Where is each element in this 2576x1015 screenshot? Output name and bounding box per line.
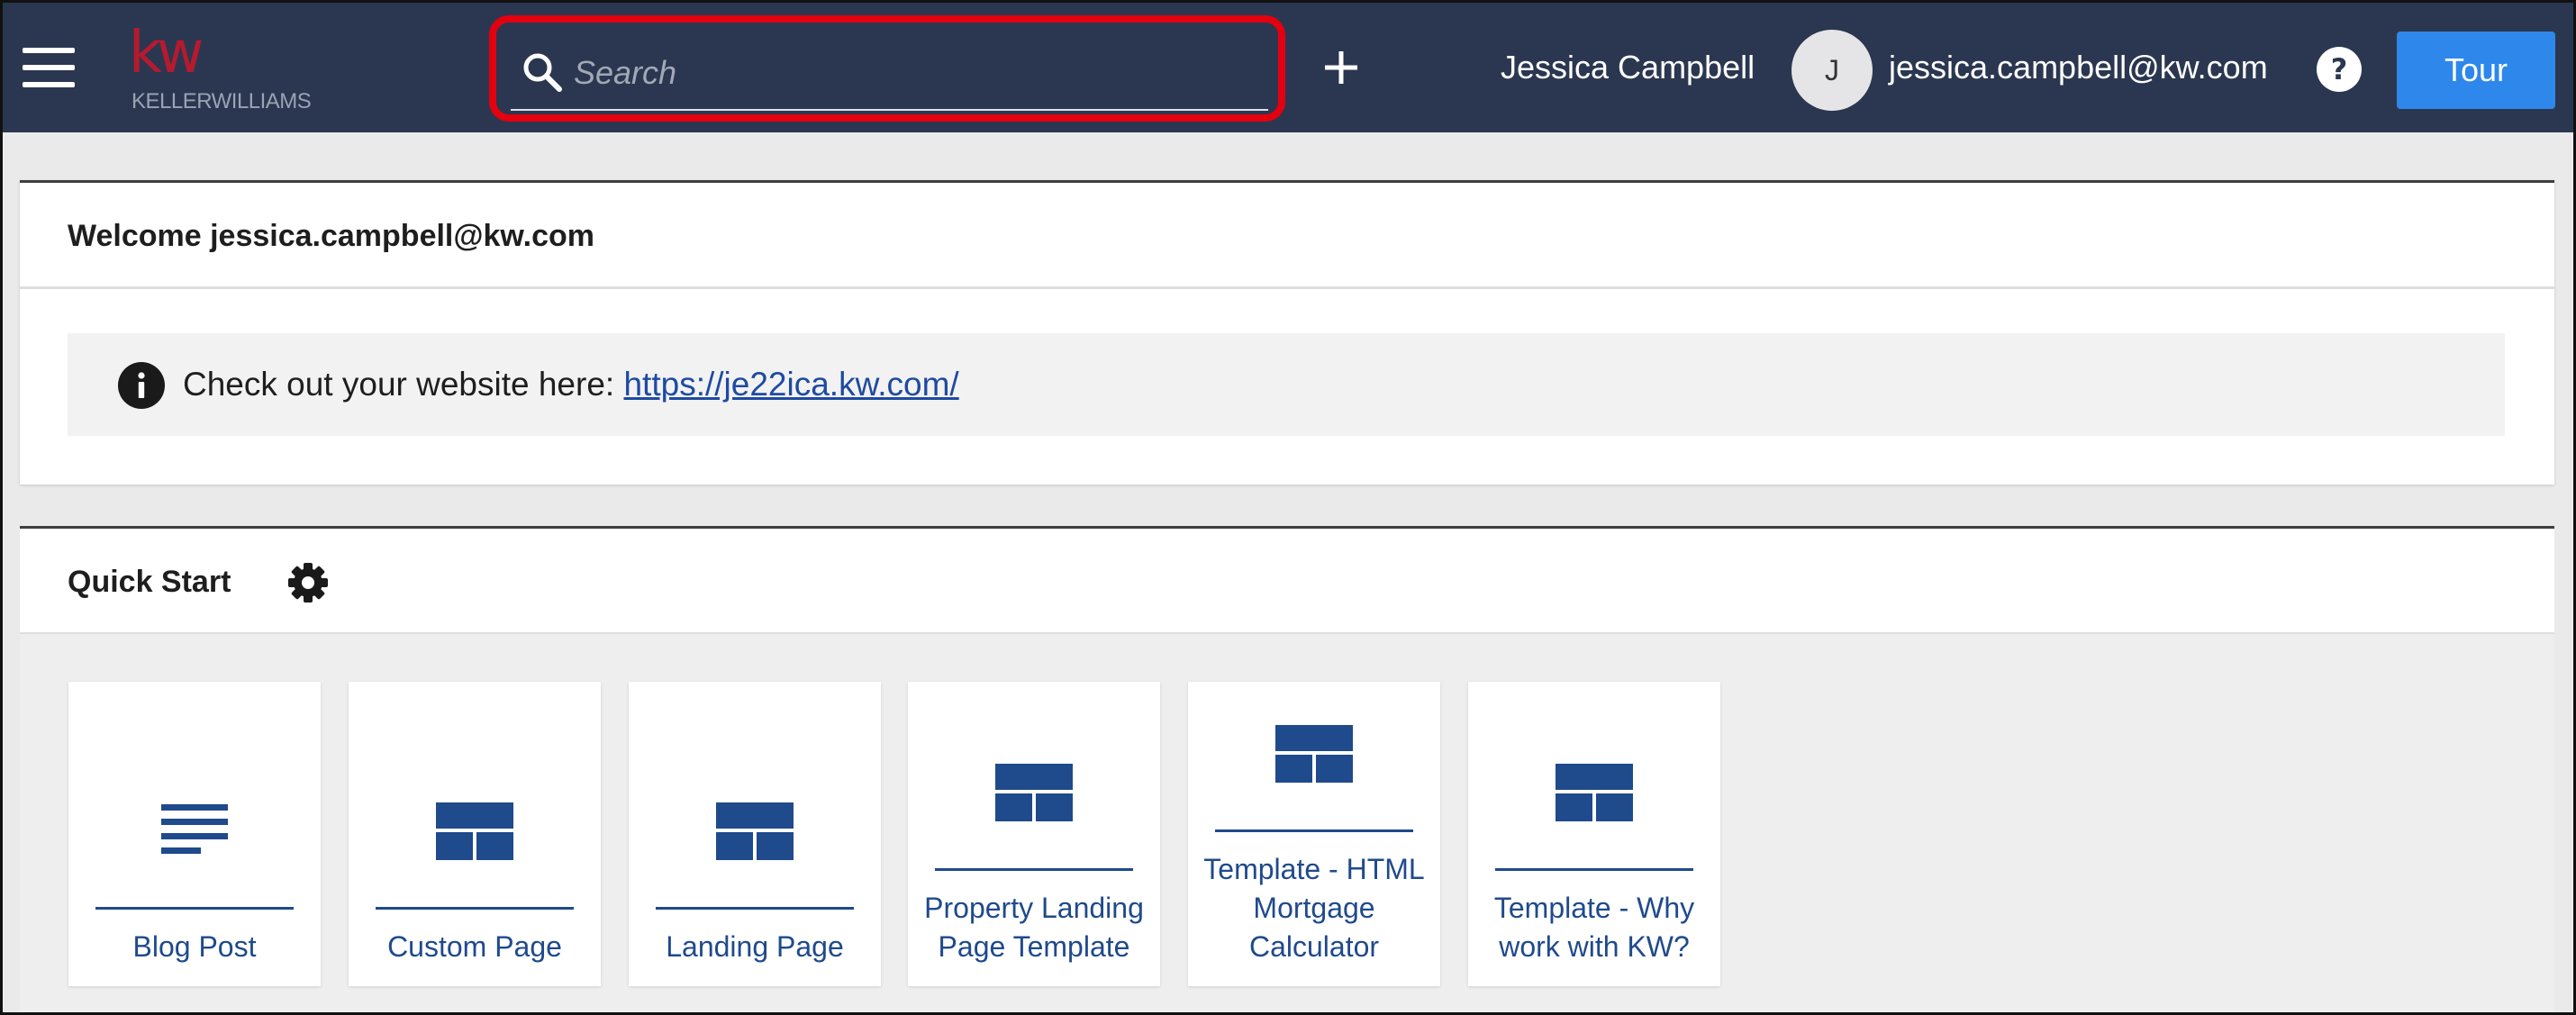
tile-label: Template - Why work with KW? xyxy=(1493,892,1695,963)
quick-start-card: Quick Start Blog Post Custom Page Landin… xyxy=(20,526,2554,1012)
layout-icon xyxy=(1275,725,1353,783)
tour-button[interactable]: Tour xyxy=(2397,32,2555,109)
search-input[interactable] xyxy=(574,48,1249,98)
quick-start-title: Quick Start xyxy=(68,565,231,599)
gear-icon[interactable] xyxy=(286,561,330,604)
user-email[interactable]: jessica.campbell@kw.com xyxy=(1889,48,2268,87)
avatar[interactable]: J xyxy=(1791,30,1873,111)
keller-williams-logo[interactable]: kw KELLERWILLIAMS xyxy=(129,24,327,114)
tile-divider xyxy=(95,907,294,910)
quick-start-tile-why-work-with-kw[interactable]: Template - Why work with KW? xyxy=(1468,682,1720,986)
tile-divider xyxy=(656,907,854,910)
notice-message: Check out your website here: xyxy=(183,366,624,403)
welcome-title: Welcome jessica.campbell@kw.com xyxy=(68,219,594,253)
layout-icon xyxy=(995,764,1073,821)
quick-start-tile-html-mortgage-calculator[interactable]: Template - HTML Mortgage Calculator xyxy=(1188,682,1440,986)
hamburger-line xyxy=(23,82,75,87)
layout-icon xyxy=(716,802,794,860)
notice-text: Check out your website here: https://je2… xyxy=(183,364,959,405)
plus-icon[interactable] xyxy=(1318,44,1365,91)
tile-divider xyxy=(935,868,1133,871)
search-icon xyxy=(523,53,562,92)
layout-icon xyxy=(436,802,513,860)
welcome-card: Welcome jessica.campbell@kw.com Check ou… xyxy=(20,180,2554,485)
tile-label: Custom Page xyxy=(387,930,562,963)
quick-start-tile-landing-page[interactable]: Landing Page xyxy=(629,682,881,986)
tile-content: Blog Post xyxy=(68,802,321,966)
tile-divider xyxy=(1215,829,1413,832)
website-notice: Check out your website here: https://je2… xyxy=(68,333,2505,436)
hamburger-line xyxy=(23,48,75,53)
tile-content: Template - HTML Mortgage Calculator xyxy=(1188,725,1440,966)
quick-start-tile-blog-post[interactable]: Blog Post xyxy=(68,682,321,986)
logo-wordmark: KELLERWILLIAMS xyxy=(132,89,312,113)
tile-label: Landing Page xyxy=(666,930,844,963)
question-circle-icon[interactable]: ? xyxy=(2316,46,2363,93)
top-navigation-bar: kw KELLERWILLIAMS Jessica Campbell J jes… xyxy=(3,3,2573,132)
tile-content: Custom Page xyxy=(349,802,601,966)
website-link[interactable]: https://je22ica.kw.com/ xyxy=(623,366,958,403)
quick-start-header: Quick Start xyxy=(20,529,2554,634)
user-name[interactable]: Jessica Campbell xyxy=(1501,48,1755,87)
tile-content: Template - Why work with KW? xyxy=(1468,764,1720,966)
text-lines-icon xyxy=(161,804,228,854)
info-icon xyxy=(118,362,165,409)
tile-content: Property Landing Page Template xyxy=(908,764,1160,966)
tile-divider xyxy=(1495,868,1693,871)
hamburger-line xyxy=(23,65,75,70)
tile-label: Blog Post xyxy=(132,930,257,963)
hamburger-icon[interactable] xyxy=(23,48,75,87)
quick-start-tile-property-landing-page-template[interactable]: Property Landing Page Template xyxy=(908,682,1160,986)
search-bar xyxy=(511,37,1268,111)
app-window: kw KELLERWILLIAMS Jessica Campbell J jes… xyxy=(0,0,2576,1015)
tile-label: Property Landing Page Template xyxy=(924,892,1144,963)
logo-mark: kw xyxy=(129,20,204,86)
quick-start-tile-custom-page[interactable]: Custom Page xyxy=(349,682,601,986)
tile-divider xyxy=(376,907,574,910)
divider xyxy=(20,286,2554,289)
layout-icon xyxy=(1556,764,1633,821)
tile-content: Landing Page xyxy=(629,802,881,966)
tile-label: Template - HTML Mortgage Calculator xyxy=(1203,853,1425,963)
svg-text:?: ? xyxy=(2331,52,2348,86)
